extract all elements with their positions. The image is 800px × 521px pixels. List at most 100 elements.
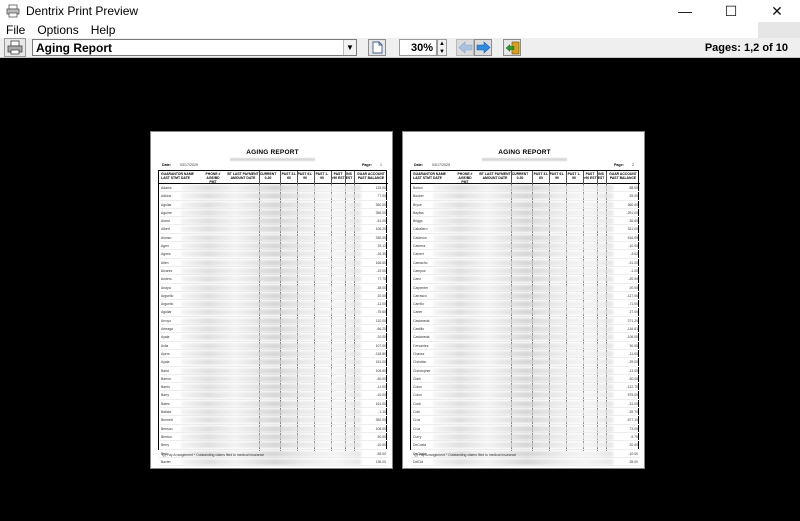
next-page-button[interactable]: [474, 39, 492, 56]
redacted-details: [433, 334, 613, 341]
redacted-details: [181, 276, 361, 283]
table-row: Chavez -11.60: [411, 350, 640, 359]
redacted-details: [181, 425, 361, 432]
guarantor-name: Bolton: [413, 186, 423, 190]
redacted-details: [181, 193, 361, 200]
guarantor-name: Campos: [413, 268, 426, 273]
redacted-details: [181, 251, 361, 258]
guarantor-name: Booker: [413, 194, 424, 199]
balance-value: -117.00: [626, 293, 638, 298]
redacted-details: [181, 417, 361, 424]
balance-value: -20.00: [628, 277, 638, 282]
page-label: Page:: [362, 163, 372, 167]
redacted-details: [181, 301, 361, 308]
balance-value: -75.60: [376, 310, 386, 315]
page-count-label: Pages: 1,2 of 10: [704, 41, 788, 54]
col-ins-est: INS EST: [597, 172, 605, 180]
menu-bar: File Options Help: [0, 22, 800, 38]
guarantor-name: Barry: [161, 393, 170, 398]
guarantor-name: Chavez: [413, 351, 425, 356]
redacted-details: [433, 417, 613, 424]
col-phone: PHONE # AGE/BD PMT: [205, 172, 221, 184]
zoom-spinner[interactable]: ▲ ▼: [437, 39, 447, 56]
redacted-details: [433, 409, 613, 416]
guarantor-name: Bennett: [161, 418, 173, 423]
guarantor-name: Anders: [161, 277, 172, 282]
balance-value: 151.00: [375, 360, 386, 365]
table-row: Arroyo 110.00: [159, 317, 388, 326]
page-setup-button[interactable]: [368, 39, 386, 56]
balance-value: -251.00: [626, 210, 639, 215]
table-row: Arguello 20.00: [159, 292, 388, 301]
balance-value: -38.00: [376, 285, 386, 290]
report-select[interactable]: Aging Report ▼: [32, 39, 357, 56]
balance-value: -577.10: [626, 418, 639, 423]
table-row: Booker -39.00: [411, 192, 640, 201]
menu-options[interactable]: Options: [31, 23, 84, 37]
balance-value: 107.00: [375, 343, 386, 348]
balance-value: 20.00: [629, 443, 639, 448]
balance-value: -29.00: [628, 360, 638, 365]
guarantor-name: Colon: [413, 393, 422, 398]
report-page-1[interactable]: AGING REPORT Date: 03/17/2025 Page: 1 GU…: [150, 131, 393, 469]
balance-value: 106.20: [375, 227, 386, 232]
balance-value: 360.00: [375, 202, 386, 207]
table-row: Calderon 516.09: [411, 234, 640, 243]
table-row: Benson 106.00: [159, 425, 388, 433]
report-page-2[interactable]: AGING REPORT Date: 03/17/2025 Page: 2 GU…: [402, 131, 645, 469]
balance-value: -9.70: [630, 434, 638, 439]
exit-button[interactable]: [503, 39, 521, 56]
redacted-details: [433, 458, 613, 465]
menu-file[interactable]: File: [0, 23, 31, 37]
balance-value: 271.20: [627, 318, 638, 323]
guarantor-name: Alvarez: [161, 268, 173, 273]
redacted-details: [181, 442, 361, 449]
minimize-button[interactable]: —: [662, 0, 708, 22]
balance-value: 88.00: [629, 186, 639, 190]
guarantor-name: Benson: [161, 426, 173, 431]
date-label: Date:: [162, 163, 171, 167]
redacted-details: [181, 209, 361, 216]
balance-value: -1.00: [630, 268, 638, 273]
redacted-details: [433, 185, 613, 191]
guarantor-name: Cano: [413, 277, 422, 282]
redacted-details: [181, 375, 361, 382]
date-value: 03/17/2025: [432, 163, 450, 167]
spin-down-icon[interactable]: ▼: [438, 48, 446, 56]
col-guarantor: GUARANTOR NAME LAST STMT DATE: [161, 172, 194, 180]
redacted-details: [181, 292, 361, 299]
table-row: Arteaga -66.20: [159, 325, 388, 334]
spin-up-icon[interactable]: ▲: [438, 40, 446, 48]
preview-area[interactable]: AGING REPORT Date: 03/17/2025 Page: 1 GU…: [0, 58, 800, 521]
window-controls: — ☐ ✕: [662, 0, 800, 22]
balance-value: -51.00: [376, 219, 386, 224]
menu-help[interactable]: Help: [85, 23, 122, 37]
guarantor-name: Batiste: [161, 410, 172, 415]
chevron-down-icon[interactable]: ▼: [343, 40, 356, 55]
zoom-field[interactable]: 30%: [399, 39, 437, 56]
table-row: Avila 107.00: [159, 342, 388, 350]
blurred-practice-name: [230, 158, 315, 161]
table-row: Aguirre 356.00: [159, 209, 388, 218]
redacted-details: [433, 259, 613, 266]
guarantor-name: Bryce: [413, 202, 422, 207]
guarantor-name: Anaya: [161, 285, 171, 290]
redacted-details: [433, 392, 613, 399]
maximize-button[interactable]: ☐: [708, 0, 754, 22]
guarantor-name: Curry: [413, 434, 422, 439]
redacted-details: [181, 309, 361, 316]
redacted-details: [181, 317, 361, 324]
balance-value: 90.00: [377, 434, 387, 439]
previous-page-button[interactable]: [456, 39, 474, 56]
redacted-details: [433, 292, 613, 299]
table-row: Cruz 73.00: [411, 425, 640, 433]
redacted-details: [181, 284, 361, 291]
close-button[interactable]: ✕: [754, 0, 800, 22]
balance-value: -1.10: [378, 410, 386, 415]
redacted-details: [181, 342, 361, 349]
redacted-details: [181, 326, 361, 333]
report-footer: Q) Pay Arrangement * Outstanding claims …: [162, 453, 265, 457]
redacted-details: [433, 384, 613, 391]
print-button[interactable]: [4, 38, 26, 57]
table-row: Barron -50.00: [159, 375, 388, 384]
